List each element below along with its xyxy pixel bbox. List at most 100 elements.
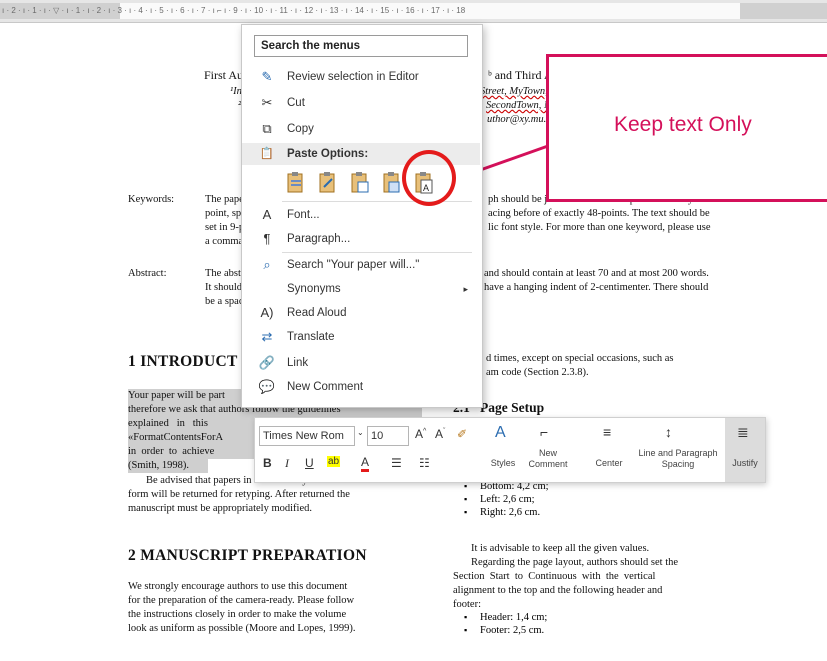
paste-link-icon[interactable] — [382, 171, 402, 195]
advisable-line-3: Section Start to Continuous with the ver… — [453, 571, 656, 582]
menu-item-new-comment[interactable]: 💬 New Comment — [242, 375, 480, 399]
font-name-box[interactable]: Times New Rom — [259, 426, 355, 446]
paste-options-label: Paste Options: — [287, 148, 369, 160]
abstract-left-line-1: The abstr — [205, 268, 245, 279]
underline-button[interactable]: U — [305, 456, 314, 470]
bold-button[interactable]: B — [263, 456, 272, 470]
search-menus-box[interactable]: Search the menus — [254, 35, 468, 57]
font-color-icon[interactable]: A — [361, 456, 370, 472]
intro-p2-line-3: manuscript must be appropriately modifie… — [128, 503, 312, 514]
advisable-line-1: It is advisable to keep all the given va… — [471, 543, 650, 554]
menu-item-label: Cut — [287, 97, 305, 109]
paste-keep-source-icon[interactable] — [286, 171, 306, 195]
menu-item-label: Review selection in Editor — [287, 71, 419, 83]
menu-item-label: New Comment — [287, 381, 364, 393]
advisable-line-4: alignment to the top and the following h… — [453, 585, 663, 596]
context-menu: Search the menus ✎ Review selection in E… — [241, 24, 483, 408]
font-dropdown-icon[interactable]: ⌄ — [357, 428, 364, 437]
intro-p1-line-6: (Smith, 1998). — [128, 459, 208, 473]
menu-item-review-editor[interactable]: ✎ Review selection in Editor — [242, 65, 480, 89]
header-footer-list: Header: 1,4 cm; Footer: 2,5 cm. — [462, 611, 547, 637]
line-spacing-icon[interactable]: ↕ — [665, 424, 672, 440]
manuscript-line-1: We strongly encourage authors to use thi… — [128, 581, 348, 592]
manuscript-line-3: the instructions closely in order to mak… — [128, 609, 347, 620]
advisable-line-2: Regarding the page layout, authors shoul… — [471, 557, 679, 568]
keywords-right-line-2: acing before of exactly 48-points. The t… — [488, 208, 710, 219]
menu-item-cut[interactable]: ✂ Cut — [242, 91, 480, 115]
abstract-label: Abstract: — [128, 268, 167, 279]
menu-item-label: Translate — [287, 331, 335, 343]
keywords-label: Keywords: — [128, 194, 175, 205]
styles-icon[interactable]: A — [495, 424, 506, 442]
menu-item-label: Copy — [287, 123, 314, 135]
italic-button[interactable]: I — [285, 456, 289, 471]
menu-item-search[interactable]: ⌕ Search "Your paper will..." — [242, 253, 480, 277]
intro-p1-line-3: explained in this — [128, 417, 254, 431]
menu-item-label: Read Aloud — [287, 307, 347, 319]
list-item: Header: 1,4 cm; — [462, 611, 547, 624]
horizontal-ruler[interactable]: ı · 2 · ı · 1 · ı · ▽ · ı · 1 · ı · 2 · … — [0, 0, 827, 23]
scissors-icon: ✂ — [261, 95, 273, 110]
intro-p1-line-5: in order to achieve — [128, 445, 254, 459]
styles-label[interactable]: Styles — [483, 458, 523, 469]
intro-right-line-1: d times, except on special occasions, su… — [486, 353, 674, 364]
comment-icon: 💬 — [258, 379, 276, 394]
line-spacing-label[interactable]: Line and Paragraph Spacing — [633, 448, 723, 470]
menu-item-copy[interactable]: ⧉ Copy — [242, 117, 480, 141]
menu-item-label: Paragraph... — [287, 233, 351, 245]
center-align-icon[interactable]: ≡ — [603, 424, 611, 440]
grow-font-icon[interactable]: A^ — [415, 427, 426, 441]
margins-list: Bottom: 4,2 cm; Left: 2,6 cm; Right: 2,6… — [462, 480, 549, 519]
heading-manuscript-preparation: 2 MANUSCRIPT PREPARATION — [128, 547, 367, 564]
format-painter-icon[interactable]: ✐ — [457, 427, 467, 441]
center-label[interactable]: Center — [587, 458, 631, 469]
highlight-color-icon[interactable]: ab — [327, 456, 341, 467]
paste-merge-format-icon[interactable] — [318, 171, 338, 195]
justify-button[interactable]: ≣ Justify — [725, 418, 765, 482]
advisable-line-5: footer: — [453, 599, 481, 610]
keywords-left-line-4: a comma — [205, 236, 244, 247]
ruler-right-margin — [740, 3, 827, 19]
menu-item-label: Search "Your paper will..." — [287, 259, 420, 271]
link-icon: 🔗 — [258, 355, 276, 370]
abstract-right-line-2: have a hanging indent of 2-centimenter. … — [484, 282, 709, 293]
annotation-text: Keep text Only — [614, 113, 752, 136]
clipboard-icon: 📋 — [259, 148, 275, 160]
list-item: Footer: 2,5 cm. — [462, 624, 547, 637]
menu-item-translate[interactable]: ⇄ Translate — [242, 325, 480, 349]
paste-picture-icon[interactable] — [350, 171, 370, 195]
editor-pen-icon: ✎ — [261, 69, 273, 84]
keywords-left-line-2: point, spe — [205, 208, 246, 219]
annotation-circle — [402, 150, 456, 206]
translate-icon: ⇄ — [261, 329, 273, 344]
menu-item-synonyms[interactable]: Synonyms ▸ — [242, 277, 480, 301]
search-icon: ⌕ — [263, 257, 271, 272]
menu-item-link[interactable]: 🔗 Link — [242, 351, 480, 375]
list-item: Right: 2,6 cm. — [462, 506, 549, 519]
manuscript-line-2: for the preparation of the camera-ready.… — [128, 595, 355, 606]
menu-item-label: Link — [287, 357, 309, 369]
bullets-icon[interactable]: ☰ — [391, 456, 402, 470]
new-comment-icon[interactable]: ⌐ — [540, 424, 548, 440]
font-a-icon: A — [262, 207, 272, 222]
justify-label: Justify — [732, 458, 758, 468]
author-line-left: First Au — [204, 68, 244, 82]
heading-introduction: 1 INTRODUCT — [128, 353, 238, 370]
menu-item-label: Synonyms — [287, 283, 341, 295]
intro-p1-line-4: «FormatContentsForA — [128, 431, 254, 445]
font-size-box[interactable]: 10 — [367, 426, 409, 446]
list-item: Left: 2,6 cm; — [462, 493, 549, 506]
new-comment-label[interactable]: New Comment — [523, 448, 573, 470]
shrink-font-icon[interactable]: Aˇ — [435, 427, 445, 441]
keywords-right-line-3: lic font style. For more than one keywor… — [488, 222, 711, 233]
numbering-icon[interactable]: ☷ — [419, 456, 430, 470]
intro-p2-line-2: form will be returned for retyping. Afte… — [128, 489, 350, 500]
menu-item-paragraph[interactable]: ¶ Paragraph... — [242, 227, 480, 251]
menu-item-font[interactable]: A Font... — [242, 203, 480, 227]
submenu-arrow-icon: ▸ — [463, 284, 468, 294]
intro-p1-line-1: Your paper will be part — [128, 389, 254, 403]
read-aloud-icon: A) — [260, 305, 274, 320]
menu-item-read-aloud[interactable]: A) Read Aloud — [242, 301, 480, 325]
copy-icon: ⧉ — [262, 121, 272, 136]
annotation-callout-box: Keep text Only — [546, 54, 827, 202]
